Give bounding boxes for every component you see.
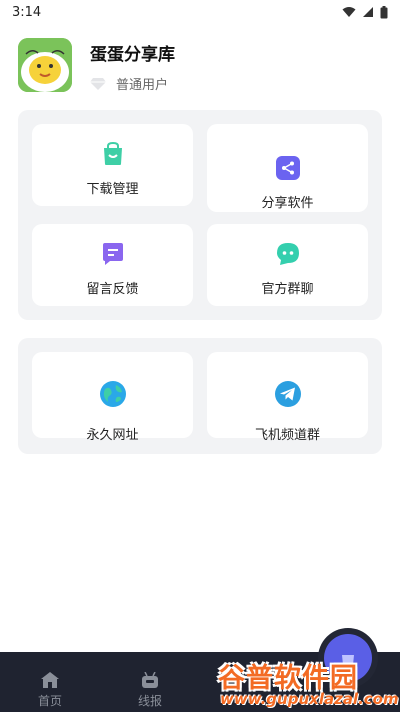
nav-item-news[interactable]: 线报 — [138, 672, 162, 709]
user-level: 普通用户 — [90, 74, 168, 93]
status-icons — [342, 5, 388, 19]
user-level-label: 普通用户 — [116, 78, 169, 93]
status-bar: 3:14 — [0, 0, 400, 24]
avatar-image — [18, 38, 72, 92]
battery-icon — [380, 5, 388, 18]
permanent-url-label: 永久网址 — [86, 428, 139, 443]
menu-panel-main: 下载管理 分享软件 留言反馈 官方群聊 — [18, 110, 382, 320]
official-group-chat-label: 官方群聊 — [261, 282, 314, 297]
diamond-icon — [90, 77, 106, 90]
telegram-channel-label: 飞机频道群 — [254, 428, 320, 443]
permanent-url-button[interactable]: 永久网址 — [32, 352, 193, 443]
wifi-icon — [342, 7, 356, 17]
globe-icon — [99, 381, 126, 407]
feedback-button[interactable]: 留言反馈 — [32, 224, 193, 306]
profile-header: 蛋蛋分享库 普通用户 — [18, 38, 382, 94]
official-group-chat-button[interactable]: 官方群聊 — [207, 224, 368, 306]
download-manager-button[interactable]: 下载管理 — [32, 124, 193, 206]
nav-label-home: 首页 — [38, 694, 63, 708]
shopping-bag-icon — [103, 142, 122, 165]
feedback-label: 留言反馈 — [86, 282, 139, 297]
home-icon — [41, 672, 59, 688]
telegram-icon — [274, 381, 301, 407]
message-icon — [102, 243, 123, 265]
status-time: 3:14 — [12, 4, 42, 20]
share-icon — [275, 156, 300, 180]
watermark-url: www.gupuxlazal.com — [220, 690, 399, 708]
menu-panel-links: 永久网址 飞机频道群 — [18, 338, 382, 454]
share-software-label: 分享软件 — [261, 196, 314, 211]
nav-item-home[interactable]: 首页 — [38, 672, 62, 709]
nav-label-news: 线报 — [138, 694, 163, 708]
watermark: 谷普软件园 www.gupuxlazal.com — [218, 656, 399, 710]
signal-icon — [363, 7, 373, 17]
share-software-button[interactable]: 分享软件 — [207, 124, 368, 212]
username: 蛋蛋分享库 — [90, 45, 175, 65]
chat-bubble-icon — [276, 243, 299, 265]
telegram-channel-button[interactable]: 飞机频道群 — [207, 352, 368, 443]
download-manager-label: 下载管理 — [86, 182, 139, 197]
robot-icon — [142, 672, 158, 688]
avatar[interactable] — [18, 38, 72, 92]
